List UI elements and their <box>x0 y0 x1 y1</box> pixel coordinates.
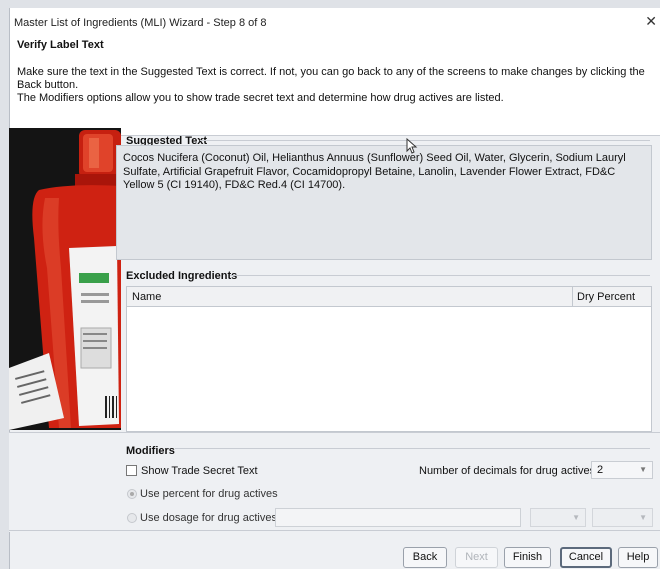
dosage-measure-select[interactable]: ▼ <box>592 508 653 527</box>
chevron-down-icon: ▼ <box>639 465 647 474</box>
use-dosage-radio[interactable] <box>127 513 137 523</box>
finish-button[interactable]: Finish <box>504 547 551 568</box>
suggested-divider <box>200 140 650 141</box>
suggested-text: Cocos Nucifera (Coconut) Oil, Helianthus… <box>123 152 626 191</box>
radio-selected-dot <box>130 492 134 496</box>
table-header: Name Dry Percent <box>127 287 651 307</box>
mouse-cursor-icon <box>406 138 418 154</box>
wizard-header: Verify Label Text Make sure the text in … <box>10 36 660 136</box>
title-bar: Master List of Ingredients (MLI) Wizard … <box>10 8 660 36</box>
close-icon[interactable]: ✕ <box>645 13 657 30</box>
chevron-down-icon: ▼ <box>572 513 580 522</box>
use-percent-label[interactable]: Use percent for drug actives <box>140 488 278 500</box>
bottle-illustration <box>9 128 121 430</box>
column-header-dry-percent[interactable]: Dry Percent <box>577 291 635 303</box>
show-trade-secret-label[interactable]: Show Trade Secret Text <box>141 465 258 477</box>
decimals-select[interactable]: 2 ▼ <box>591 461 653 479</box>
instructions-line-1: Make sure the text in the Suggested Text… <box>17 66 645 91</box>
use-percent-radio[interactable] <box>127 489 137 499</box>
dosage-unit-select[interactable]: ▼ <box>530 508 586 527</box>
use-dosage-label[interactable]: Use dosage for drug actives <box>140 512 277 524</box>
excluded-divider <box>230 275 650 276</box>
suggested-text-box[interactable]: Cocos Nucifera (Coconut) Oil, Helianthus… <box>116 145 652 260</box>
dosage-text-field[interactable] <box>275 508 521 527</box>
back-button[interactable]: Back <box>403 547 447 568</box>
window-title: Master List of Ingredients (MLI) Wizard … <box>14 17 267 29</box>
excluded-ingredients-table[interactable]: Name Dry Percent <box>126 286 652 432</box>
cancel-button[interactable]: Cancel <box>560 547 612 568</box>
modifiers-divider <box>175 448 650 449</box>
chevron-down-icon: ▼ <box>639 513 647 522</box>
excluded-ingredients-label: Excluded Ingredients <box>126 270 238 282</box>
next-button[interactable]: Next <box>455 547 498 568</box>
instructions-line-2: The Modifiers options allow you to show … <box>17 92 504 104</box>
column-header-name[interactable]: Name <box>132 291 161 303</box>
modifiers-label: Modifiers <box>126 445 175 457</box>
decimals-value: 2 <box>597 464 604 476</box>
footer-divider <box>9 530 660 531</box>
show-trade-secret-checkbox[interactable] <box>126 465 137 476</box>
instructions: Make sure the text in the Suggested Text… <box>17 66 657 105</box>
column-divider[interactable] <box>572 287 573 307</box>
step-title: Verify Label Text <box>17 39 104 51</box>
product-bottle-image <box>9 128 121 430</box>
help-button[interactable]: Help <box>618 547 658 568</box>
decimals-label: Number of decimals for drug actives <box>419 465 596 477</box>
